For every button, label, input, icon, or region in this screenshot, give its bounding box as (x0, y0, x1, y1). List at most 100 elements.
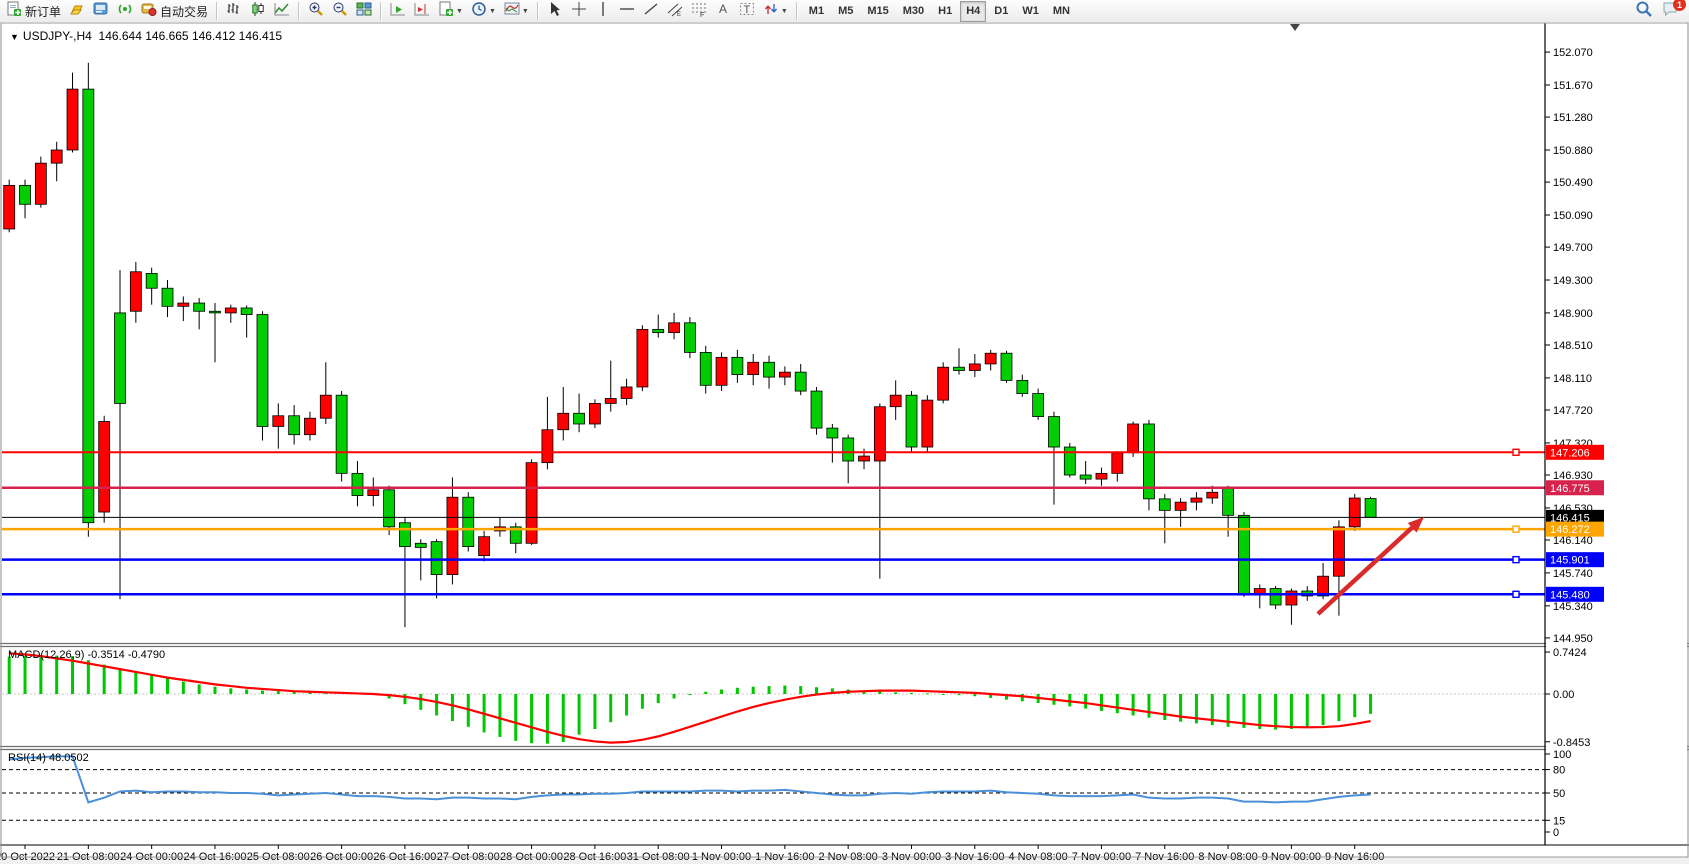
trendline-button[interactable] (640, 1, 662, 21)
tab-h1[interactable]: H1 (932, 1, 958, 22)
candle-body (890, 395, 901, 407)
search-button[interactable] (1632, 1, 1656, 21)
chevron-down-icon: ▼ (522, 8, 529, 15)
line-chart-button[interactable] (271, 1, 293, 21)
cursor-icon (547, 1, 563, 22)
candle-body (1080, 475, 1091, 479)
macd-bar (1306, 694, 1309, 727)
candlestick-chart-button[interactable] (247, 1, 269, 21)
macd-bar (1290, 694, 1293, 729)
candle-body (748, 362, 759, 374)
text-button[interactable]: A (712, 1, 734, 21)
auto-scroll-button[interactable] (387, 1, 409, 21)
zoom-in-icon (308, 1, 324, 22)
zoom-out-icon (332, 1, 348, 22)
price-tag-label: 145.901 (1550, 555, 1590, 567)
cursor-button[interactable] (544, 1, 566, 21)
price-tick-label: 145.340 (1553, 601, 1593, 613)
macd-bar (103, 665, 106, 694)
candle-body (4, 185, 15, 229)
horizontal-line-icon (619, 1, 635, 22)
macd-bar (1353, 694, 1356, 717)
indicators-button[interactable]: ▼ (501, 1, 532, 21)
macd-bar (1147, 694, 1150, 718)
fibonacci-button[interactable]: F (688, 1, 710, 21)
tile-windows-button[interactable] (353, 1, 375, 21)
level-handle[interactable] (1513, 526, 1519, 532)
price-tick-label: 152.070 (1553, 47, 1593, 59)
price-tick-label: 148.510 (1553, 340, 1593, 352)
macd-bar (1132, 694, 1135, 715)
tab-m5[interactable]: M5 (832, 1, 859, 22)
channel-button[interactable]: E (664, 1, 686, 21)
tab-m1[interactable]: M1 (803, 1, 830, 22)
clock-icon (471, 1, 487, 22)
price-tick-label: 150.880 (1553, 145, 1593, 157)
macd-bar (673, 694, 676, 699)
macd-bar (150, 675, 153, 694)
candle-body (589, 403, 600, 424)
new-chart-button[interactable]: ▼ (435, 1, 466, 21)
macd-bar (1274, 694, 1277, 730)
notifications-button[interactable]: 1 (1658, 1, 1682, 21)
candle-body (130, 272, 141, 311)
level-handle[interactable] (1513, 449, 1519, 455)
rsi-tick-label: 0 (1553, 827, 1559, 839)
periods-button[interactable]: ▼ (468, 1, 499, 21)
macd-bar (1116, 694, 1119, 713)
candle-body (1270, 589, 1281, 605)
zoom-in-button[interactable] (305, 1, 327, 21)
market-watch-button[interactable] (66, 1, 88, 21)
price-tick-label: 151.670 (1553, 80, 1593, 92)
new-order-button[interactable]: 新订单 (3, 1, 64, 21)
fibonacci-icon: F (691, 1, 707, 22)
tab-m30[interactable]: M30 (897, 1, 930, 22)
candle-body (336, 395, 347, 473)
toolbar-separator (537, 2, 539, 20)
signal-icon (117, 1, 133, 22)
macd-bar (213, 687, 216, 694)
macd-bar (1369, 694, 1372, 714)
autotrading-button[interactable]: 自动交易 (138, 1, 211, 21)
toolbar-separator (380, 2, 382, 20)
candle-body (764, 362, 775, 377)
crosshair-button[interactable] (568, 1, 590, 21)
candle-body (938, 367, 949, 400)
candle-body (1238, 515, 1249, 595)
auto-scroll-icon (390, 1, 406, 22)
candle-body (1175, 502, 1186, 510)
macd-bar (1337, 694, 1340, 721)
level-handle[interactable] (1513, 591, 1519, 597)
macd-tick-label: 0.7424 (1553, 647, 1587, 659)
chart-canvas[interactable]: 152.070151.670151.280150.880150.490150.0… (0, 23, 1689, 864)
candle-body (431, 542, 442, 575)
candle-body (146, 273, 157, 288)
signals-button[interactable] (114, 1, 136, 21)
macd-bar (1163, 694, 1166, 720)
macd-bar (1100, 694, 1103, 711)
chart-shift-button[interactable] (411, 1, 433, 21)
candle-body (1191, 498, 1202, 502)
terminal-button[interactable] (90, 1, 112, 21)
price-tick-label: 145.740 (1553, 568, 1593, 580)
new-chart-icon (438, 1, 454, 22)
tab-mn[interactable]: MN (1047, 1, 1076, 22)
tile-windows-icon (356, 1, 372, 22)
bar-chart-button[interactable] (223, 1, 245, 21)
chart-shift-icon (414, 1, 430, 22)
tab-w1[interactable]: W1 (1016, 1, 1045, 22)
tab-m15[interactable]: M15 (861, 1, 894, 22)
horizontal-line-button[interactable] (616, 1, 638, 21)
vertical-line-button[interactable] (592, 1, 614, 21)
macd-bar (609, 694, 612, 722)
tab-h4[interactable]: H4 (960, 1, 986, 22)
line-chart-icon (274, 1, 290, 22)
arrows-button[interactable]: ▼ (760, 1, 791, 21)
zoom-out-button[interactable] (329, 1, 351, 21)
level-handle[interactable] (1513, 557, 1519, 563)
candle-body (241, 308, 252, 315)
price-tick-label: 149.300 (1553, 275, 1593, 287)
candle-body (621, 387, 632, 399)
text-label-button[interactable]: T (736, 1, 758, 21)
tab-d1[interactable]: D1 (988, 1, 1014, 22)
